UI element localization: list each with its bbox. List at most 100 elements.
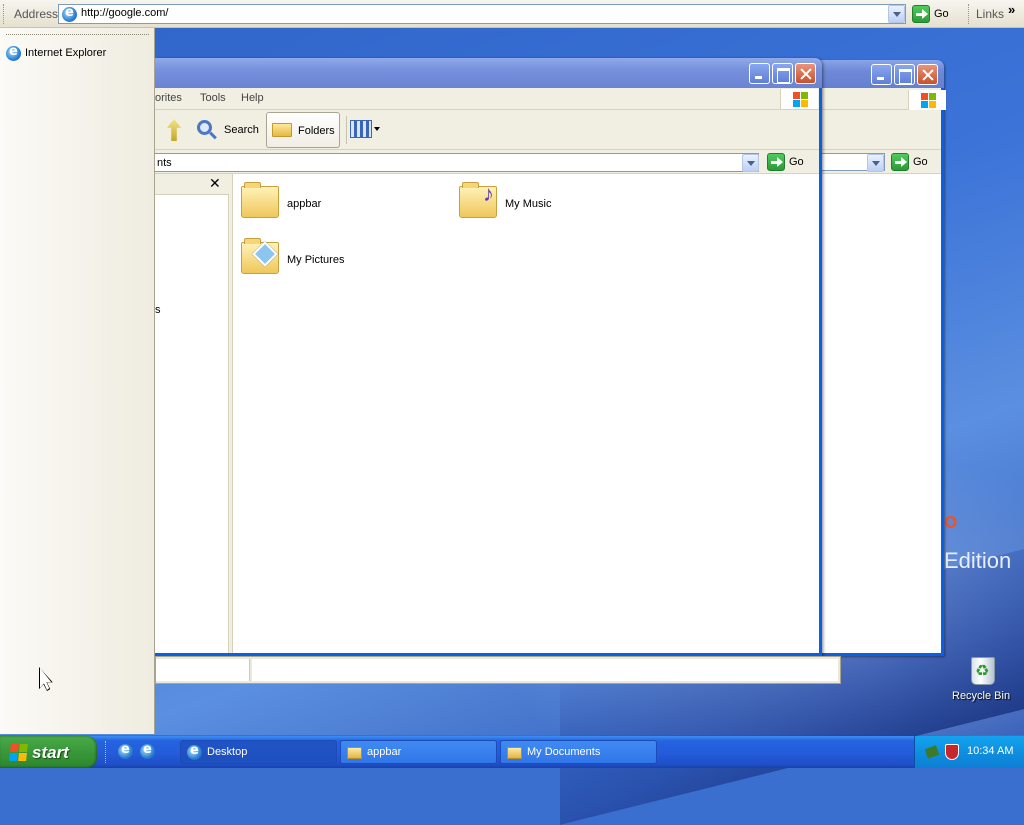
go-button-label[interactable]: Go — [934, 8, 949, 20]
window-body: Go — [813, 88, 946, 653]
chevron-down-icon[interactable] — [742, 154, 759, 172]
recycle-bin-label[interactable]: Recycle Bin — [952, 690, 1010, 702]
menu-tools[interactable]: Tools — [200, 92, 226, 104]
go-arrow-icon[interactable] — [912, 5, 930, 23]
wallpaper-logo-fragment: o — [944, 508, 958, 533]
recycle-bin-icon[interactable] — [969, 655, 997, 685]
chevron-down-icon[interactable] — [867, 154, 884, 172]
taskbar-button-desktop[interactable]: Desktop — [180, 740, 337, 764]
address-input[interactable]: nts — [155, 153, 759, 172]
status-cell — [252, 659, 838, 681]
chevron-right-icon[interactable]: » — [1008, 2, 1015, 17]
go-arrow-icon[interactable] — [767, 153, 785, 171]
wallpaper-edition-text: Edition — [944, 548, 1012, 573]
start-label: start — [32, 743, 69, 762]
close-icon[interactable]: ✕ — [209, 175, 221, 192]
clock[interactable]: 10:34 AM — [967, 745, 1013, 757]
search-icon — [197, 120, 212, 135]
taskbar-button-appbar[interactable]: appbar — [340, 740, 497, 764]
maximize-button[interactable] — [894, 64, 915, 85]
explorer-window-back[interactable]: Go — [810, 60, 946, 656]
toolbar-separator — [346, 116, 347, 144]
views-icon — [350, 120, 372, 138]
quicklaunch-ie-icon[interactable] — [118, 742, 133, 759]
music-folder-icon: ♪ — [459, 181, 497, 218]
address-label: Address — [14, 7, 59, 21]
folder-item-my-pictures[interactable]: My Pictures — [237, 234, 447, 284]
quicklaunch-grip[interactable] — [105, 741, 108, 763]
taskbar-button-label: appbar — [367, 746, 402, 758]
folders-button-label: Folders — [298, 125, 335, 137]
ie-icon — [187, 743, 202, 760]
system-tray: 10:34 AM — [914, 736, 1024, 768]
network-icon[interactable] — [925, 744, 940, 759]
dropdown-arrow-icon — [374, 127, 380, 131]
window-titlebar[interactable] — [810, 60, 944, 88]
go-arrow-icon[interactable] — [891, 153, 909, 171]
close-button[interactable] — [795, 63, 816, 84]
explorer-window-my-documents[interactable]: orites Tools Help Search Folders nts Go … — [155, 58, 822, 656]
links-label[interactable]: Links — [976, 7, 1004, 21]
windows-logo-icon — [908, 90, 946, 110]
tree-item-fragment[interactable]: s — [155, 304, 161, 316]
menu-help[interactable]: Help — [241, 92, 264, 104]
search-button[interactable]: Search — [193, 116, 265, 144]
views-button[interactable] — [348, 118, 382, 142]
appbar-grip[interactable] — [6, 34, 149, 35]
folder-icon — [241, 182, 279, 218]
windows-logo-icon — [780, 89, 818, 109]
taskbar-button-my-documents[interactable]: My Documents — [500, 740, 657, 764]
folders-icon — [272, 123, 292, 137]
folder-item-appbar[interactable]: appbar — [237, 178, 447, 228]
pictures-folder-icon — [241, 238, 279, 274]
maximize-button[interactable] — [772, 63, 793, 84]
menu-bar: orites Tools Help — [155, 88, 819, 110]
ie-icon[interactable] — [6, 44, 21, 61]
appbar-panel: Internet Explorer — [0, 28, 155, 734]
folder-item-my-music[interactable]: ♪ My Music — [455, 178, 665, 228]
address-url: http://google.com/ — [81, 7, 169, 19]
address-toolbar: Address http://google.com/ Go Links » — [0, 0, 1024, 28]
windows-flag-icon — [9, 744, 28, 761]
folder-item-label: My Pictures — [287, 254, 345, 266]
music-note-icon: ♪ — [483, 181, 494, 206]
folders-pane-header: ✕ — [155, 174, 229, 195]
go-button-label[interactable]: Go — [789, 156, 804, 168]
address-input[interactable]: http://google.com/ — [58, 4, 906, 24]
picture-icon — [252, 241, 278, 267]
taskbar-button-label: Desktop — [207, 746, 248, 758]
start-button[interactable]: start — [0, 736, 97, 768]
recycle-bin-graphic — [971, 657, 995, 685]
go-button-label[interactable]: Go — [913, 156, 928, 168]
up-arrow-icon — [167, 119, 181, 141]
folders-pane: ✕ s — [155, 174, 229, 653]
window-body: orites Tools Help Search Folders nts Go … — [155, 88, 819, 653]
toolbar-grip[interactable] — [3, 4, 5, 24]
folder-icon — [347, 747, 362, 759]
up-folder-button[interactable] — [163, 117, 185, 143]
ie-page-icon — [62, 5, 77, 22]
minimize-button[interactable] — [749, 63, 770, 84]
address-input[interactable] — [813, 153, 885, 172]
folders-button[interactable]: Folders — [266, 112, 340, 148]
folder-icon — [507, 747, 522, 759]
toolbar-separator — [968, 4, 970, 24]
menu-bar — [813, 88, 946, 110]
taskbar: start Desktop appbar My Documents 10:34 … — [0, 736, 1024, 768]
address-bar: Go — [813, 150, 941, 174]
window-titlebar[interactable] — [155, 58, 822, 88]
chevron-down-icon[interactable] — [888, 5, 905, 23]
toolbar — [813, 110, 941, 150]
quicklaunch-browser-icon[interactable] — [140, 742, 155, 759]
security-shield-icon[interactable] — [945, 744, 959, 760]
standard-toolbar: Search Folders — [155, 110, 819, 150]
minimize-button[interactable] — [871, 64, 892, 85]
search-button-label: Search — [224, 124, 259, 136]
appbar-item-internet-explorer[interactable]: Internet Explorer — [25, 47, 106, 59]
close-button[interactable] — [917, 64, 938, 85]
address-bar: nts Go — [155, 150, 819, 174]
folder-item-label: My Music — [505, 198, 552, 210]
folder-item-label: appbar — [287, 198, 322, 210]
taskbar-button-label: My Documents — [527, 746, 601, 758]
menu-favorites[interactable]: orites — [155, 92, 182, 104]
